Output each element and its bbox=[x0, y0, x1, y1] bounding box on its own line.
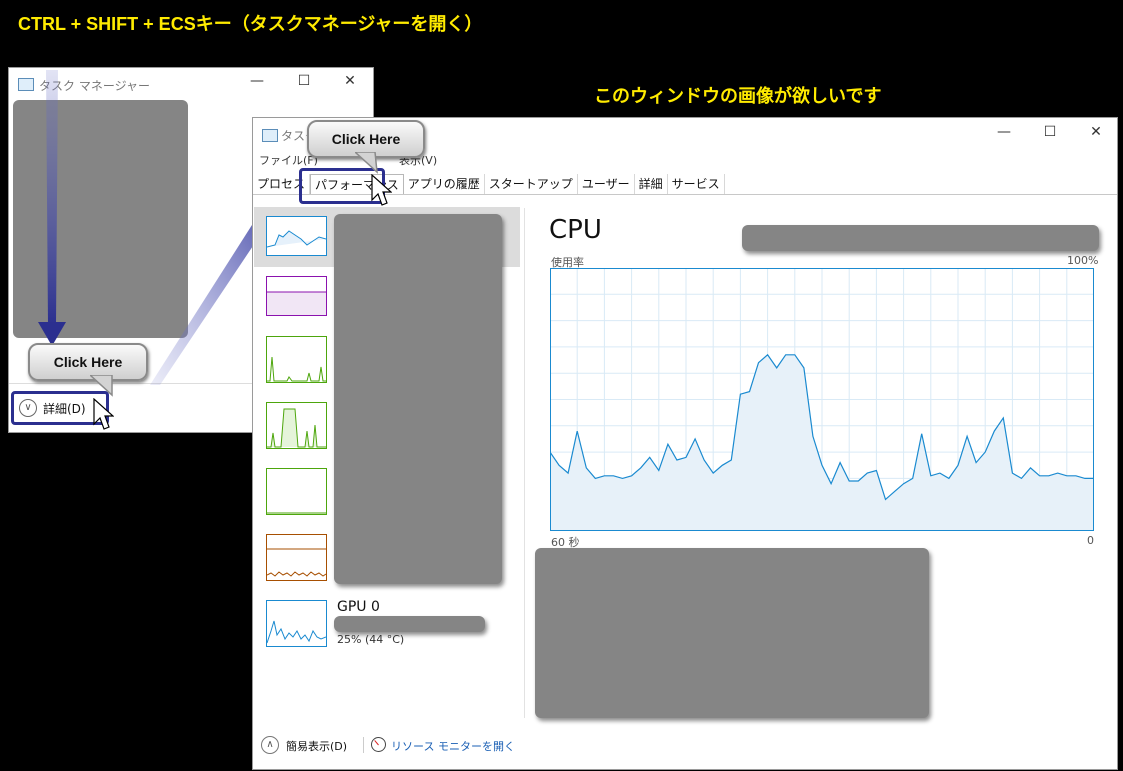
mouse-cursor-icon bbox=[93, 398, 114, 430]
disk-0-thumbnail-graph bbox=[267, 356, 326, 382]
ethernet-thumbnail[interactable] bbox=[266, 534, 327, 581]
gpu-thumbnail[interactable] bbox=[266, 600, 327, 647]
redacted-cpu-model bbox=[742, 225, 1099, 251]
callout-tail bbox=[90, 375, 113, 397]
arrow-shaft-1 bbox=[46, 70, 58, 325]
cpu-title: CPU bbox=[549, 215, 602, 245]
click-here-callout-small: Click Here bbox=[28, 343, 148, 381]
tab-startup[interactable]: スタートアップ bbox=[485, 174, 578, 194]
cpu-thumbnail[interactable] bbox=[266, 216, 327, 256]
disk-0-thumbnail[interactable] bbox=[266, 336, 327, 383]
open-resource-monitor-link[interactable]: リソース モニターを開く bbox=[391, 738, 515, 754]
tab-services[interactable]: サービス bbox=[668, 174, 725, 194]
tab-details[interactable]: 詳細 bbox=[635, 174, 668, 194]
gpu-thumbnail-graph bbox=[266, 620, 327, 644]
callout-tail bbox=[355, 152, 378, 174]
disk-2-thumbnail-graph bbox=[267, 512, 326, 514]
disk-2-thumbnail[interactable] bbox=[266, 468, 327, 515]
redacted-resource-list bbox=[334, 214, 502, 584]
gpu-detail: 25% (44 °C) bbox=[337, 633, 405, 646]
time-axis-right: 0 bbox=[1087, 534, 1094, 547]
tab-app-history[interactable]: アプリの履歴 bbox=[404, 174, 485, 194]
task-manager-icon bbox=[262, 129, 278, 142]
resource-monitor-icon bbox=[371, 737, 386, 752]
redacted-cpu-stats bbox=[535, 548, 929, 718]
memory-thumbnail-graph bbox=[267, 291, 326, 315]
cpu-usage-chart bbox=[550, 268, 1094, 531]
panel-divider bbox=[524, 208, 525, 718]
footer-separator bbox=[363, 737, 364, 753]
mouse-cursor-icon bbox=[371, 174, 392, 206]
chevron-up-icon[interactable]: ∧ bbox=[261, 736, 279, 754]
gpu-label: GPU 0 bbox=[337, 599, 380, 615]
disk-1-thumbnail[interactable] bbox=[266, 402, 327, 449]
usage-max-label: 100% bbox=[1067, 254, 1099, 267]
memory-thumbnail[interactable] bbox=[266, 276, 327, 316]
main-task-manager-window: タスク — ☐ ✕ ファイル(F) 表示(V) プロセス パフォーマンス アプリ… bbox=[252, 117, 1118, 770]
tab-users[interactable]: ユーザー bbox=[578, 174, 635, 194]
disk-1-thumbnail-graph bbox=[267, 408, 326, 448]
redacted-gpu-name bbox=[334, 616, 485, 632]
minimize-button[interactable]: — bbox=[989, 124, 1019, 140]
cpu-thumbnail-graph bbox=[266, 230, 327, 248]
close-button[interactable]: ✕ bbox=[1081, 124, 1111, 140]
ethernet-thumbnail-graph bbox=[266, 548, 327, 577]
maximize-button[interactable]: ☐ bbox=[1035, 124, 1065, 140]
fewer-details-button[interactable]: 簡易表示(D) bbox=[286, 738, 347, 754]
